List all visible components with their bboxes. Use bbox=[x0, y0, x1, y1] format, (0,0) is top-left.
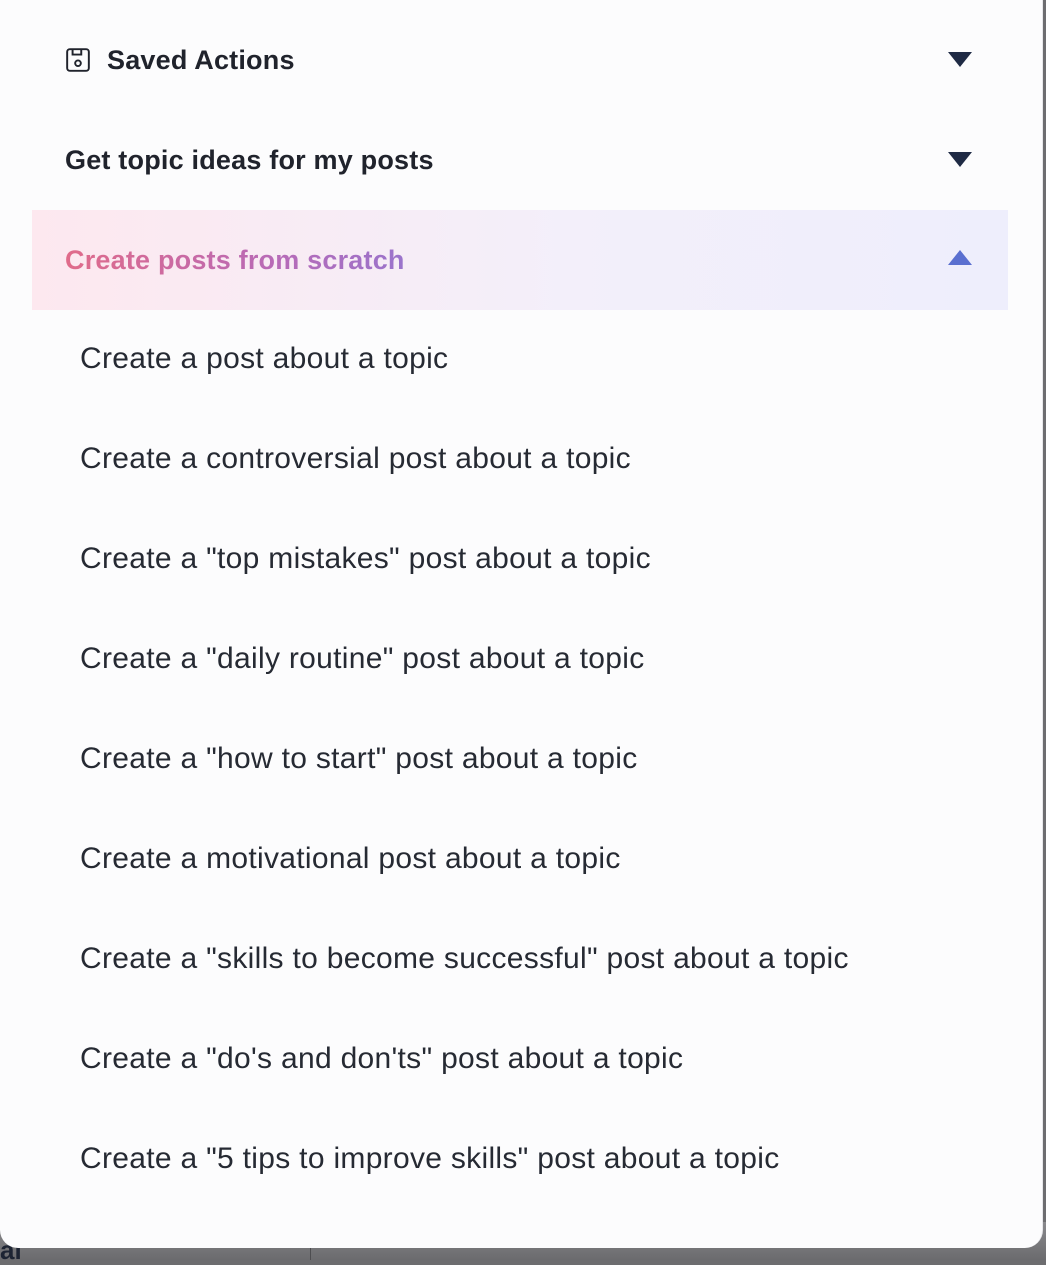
saved-actions-label: Saved Actions bbox=[107, 44, 295, 75]
menu-item-daily-routine-post[interactable]: Create a "daily routine" post about a to… bbox=[80, 629, 645, 689]
background-divider bbox=[310, 1248, 311, 1260]
menu-item-how-to-start-post[interactable]: Create a "how to start" post about a top… bbox=[80, 729, 638, 789]
create-from-scratch-label: Create posts from scratch bbox=[65, 244, 405, 275]
topic-ideas-label: Get topic ideas for my posts bbox=[65, 144, 434, 175]
menu-item-top-mistakes-post[interactable]: Create a "top mistakes" post about a top… bbox=[80, 529, 651, 589]
menu-item-dos-and-donts-post[interactable]: Create a "do's and don'ts" post about a … bbox=[80, 1029, 683, 1089]
chevron-up-icon bbox=[948, 250, 972, 265]
create-from-scratch-header[interactable]: Create posts from scratch bbox=[32, 210, 1008, 310]
save-icon bbox=[66, 48, 90, 72]
saved-actions-header[interactable]: Saved Actions bbox=[32, 10, 1008, 110]
topic-ideas-header[interactable]: Get topic ideas for my posts bbox=[32, 110, 1008, 210]
actions-dropdown-panel: Saved Actions Get topic ideas for my pos… bbox=[0, 0, 1043, 1248]
menu-item-controversial-post[interactable]: Create a controversial post about a topi… bbox=[80, 429, 631, 489]
menu-item-skills-successful-post[interactable]: Create a "skills to become successful" p… bbox=[80, 929, 849, 989]
menu-item-post-about-topic[interactable]: Create a post about a topic bbox=[80, 329, 448, 389]
chevron-down-icon bbox=[948, 52, 972, 67]
menu-item-motivational-post[interactable]: Create a motivational post about a topic bbox=[80, 829, 621, 889]
menu-item-five-tips-post[interactable]: Create a "5 tips to improve skills" post… bbox=[80, 1129, 780, 1189]
chevron-down-icon bbox=[948, 152, 972, 167]
